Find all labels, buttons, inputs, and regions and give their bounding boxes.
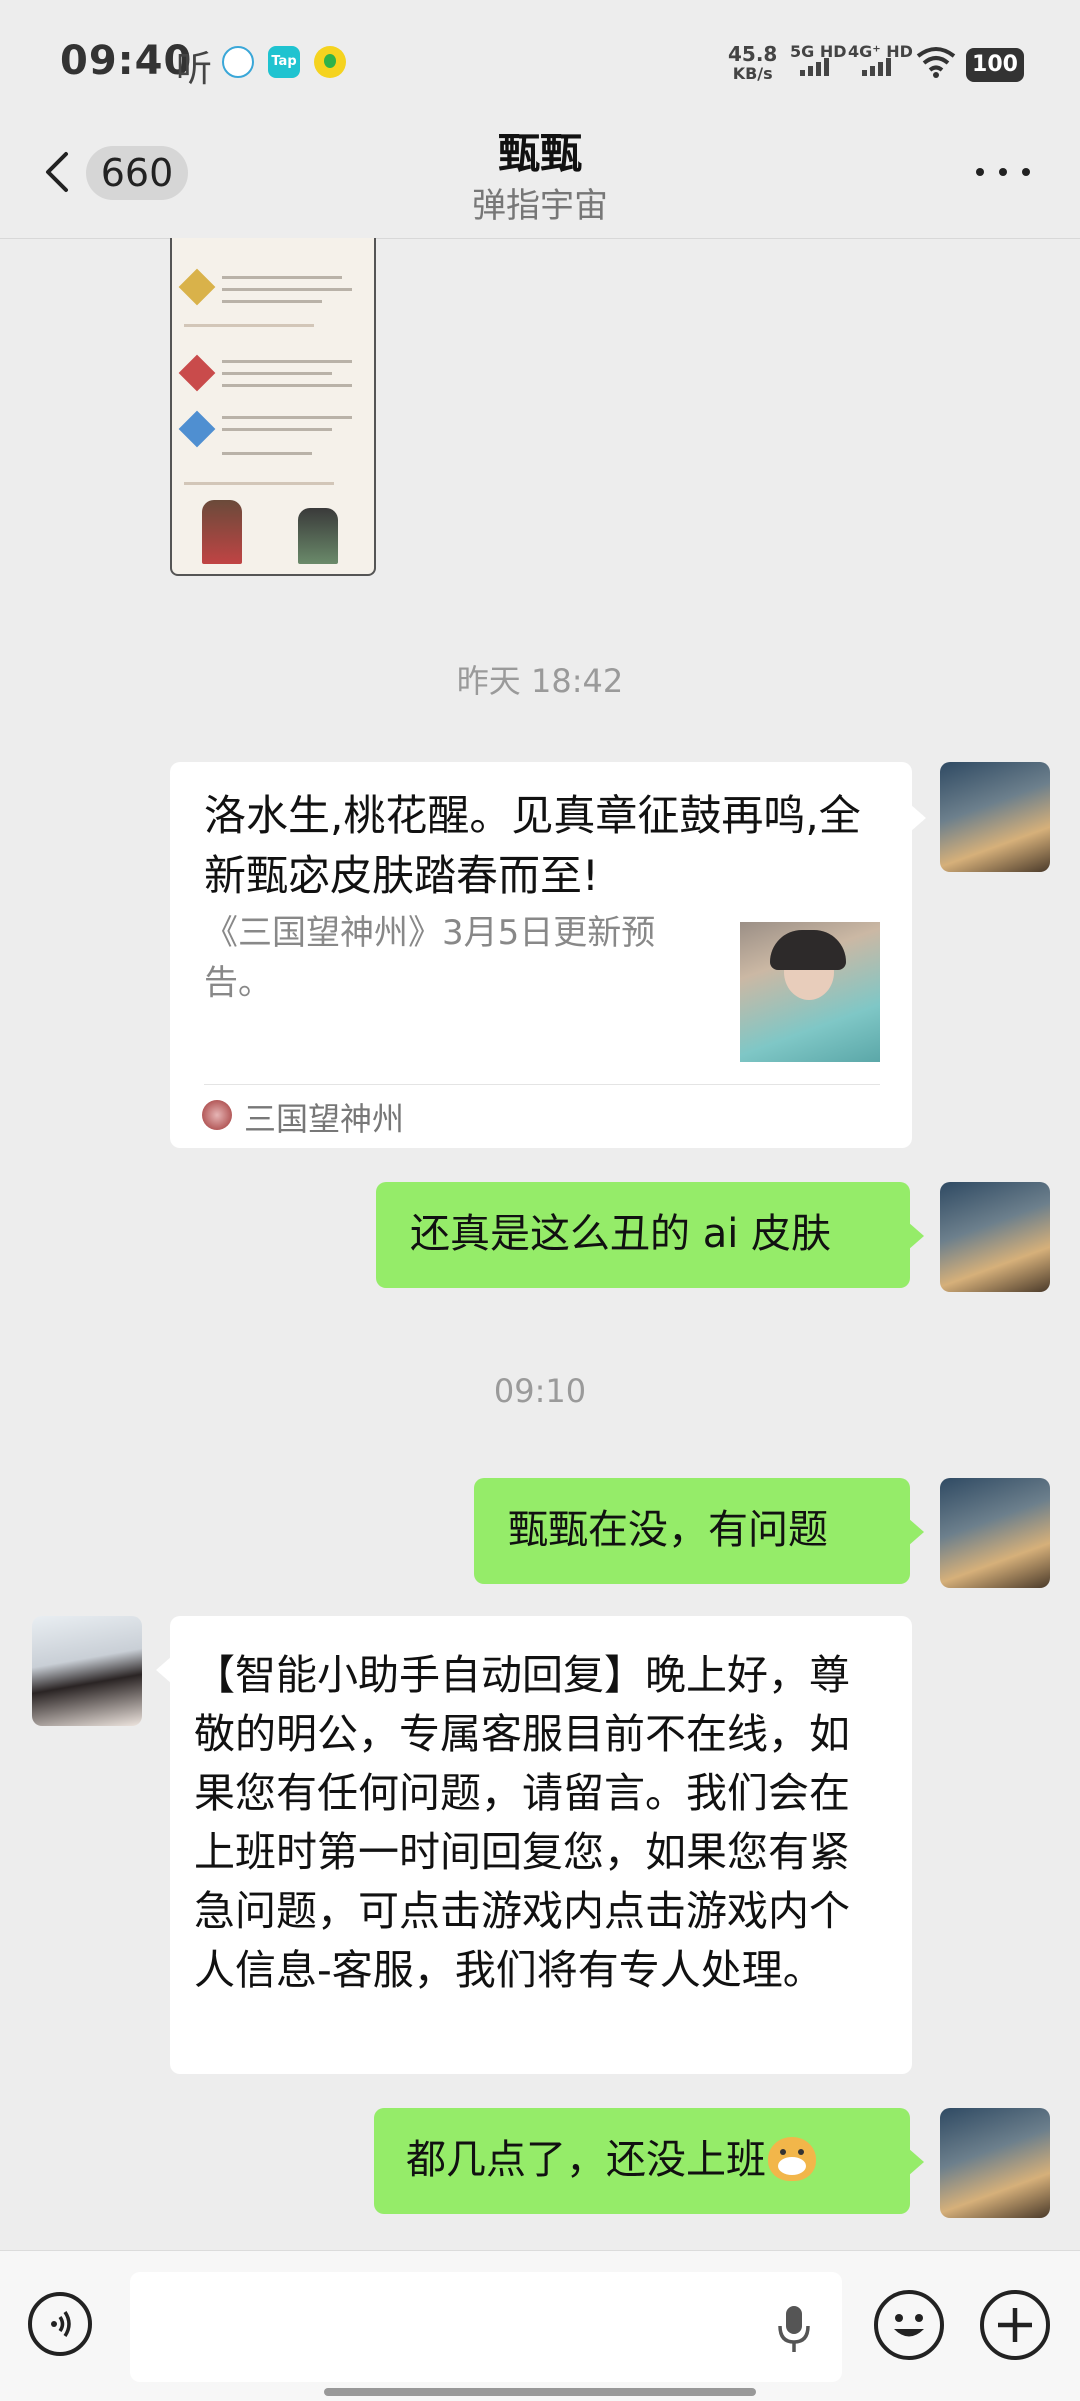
card-thumbnail: [740, 922, 880, 1062]
microphone-icon[interactable]: [774, 2300, 814, 2356]
home-indicator[interactable]: [324, 2388, 756, 2396]
more-dot-icon: [976, 168, 984, 176]
bubble-tail: [908, 2148, 924, 2176]
network-speed-unit: KB/s: [732, 64, 773, 83]
sim1-signal-icon: [800, 58, 829, 76]
timestamp: 09:10: [493, 1372, 587, 1410]
timestamp: 昨天 18:42: [456, 662, 624, 700]
more-dot-icon: [1022, 168, 1030, 176]
source-account-icon: [202, 1100, 232, 1130]
bubble-tail: [908, 1222, 924, 1250]
more-dot-icon: [999, 168, 1007, 176]
status-time: 09:40: [60, 38, 193, 84]
chat-subtitle: 弹指宇宙: [472, 186, 608, 226]
my-avatar[interactable]: [940, 762, 1050, 872]
smiley-face-icon: [894, 2314, 924, 2337]
card-divider: [204, 1084, 880, 1085]
more-functions-button[interactable]: [980, 2290, 1050, 2360]
taptap-icon: Tap: [268, 46, 300, 78]
sent-message[interactable]: 都几点了，还没上班: [374, 2108, 910, 2214]
plus-icon: [998, 2308, 1032, 2342]
chat-bubble-icon: [222, 46, 254, 78]
doge-emoji-icon: [768, 2137, 816, 2181]
card-description: 《三国望神州》3月5日更新预告。: [204, 913, 656, 1003]
my-avatar[interactable]: [940, 1478, 1050, 1588]
more-options-button[interactable]: [976, 160, 1030, 184]
received-message[interactable]: 【智能小助手自动回复】晚上好，尊敬的明公，专属客服目前不在线，如果您有任何问题，…: [170, 1616, 912, 2074]
message-text: 都几点了，还没上班: [406, 2137, 766, 2183]
network-speed-value: 45.8: [728, 42, 778, 66]
my-avatar[interactable]: [940, 2108, 1050, 2218]
voice-wave-icon: [51, 2311, 71, 2337]
sim2-signal-icon: [862, 58, 891, 76]
wifi-icon: [916, 47, 956, 78]
network-speed: 45.8 KB/s: [728, 44, 777, 84]
my-avatar[interactable]: [940, 1182, 1050, 1292]
sent-message[interactable]: 甄甄在没，有问题: [474, 1478, 910, 1584]
bubble-tail: [908, 1518, 924, 1546]
battery-indicator: 100: [966, 48, 1024, 82]
image-message[interactable]: [170, 238, 376, 576]
card-title: 洛水生,桃花醒。见真章征鼓再鸣,全新甄宓皮肤踏春而至!: [204, 791, 861, 900]
emoji-button[interactable]: [874, 2290, 944, 2360]
sent-message[interactable]: 还真是这么丑的 ai 皮肤: [376, 1182, 910, 1288]
chat-title: 甄甄: [497, 129, 582, 178]
contact-avatar[interactable]: [32, 1616, 142, 1726]
voice-mode-button[interactable]: [28, 2292, 92, 2356]
bubble-tail: [910, 804, 926, 832]
qq-music-icon: [314, 46, 346, 78]
card-source: 三国望神州: [244, 1100, 405, 1138]
listen-app-label: 听: [176, 49, 213, 90]
message-input[interactable]: [130, 2272, 842, 2382]
